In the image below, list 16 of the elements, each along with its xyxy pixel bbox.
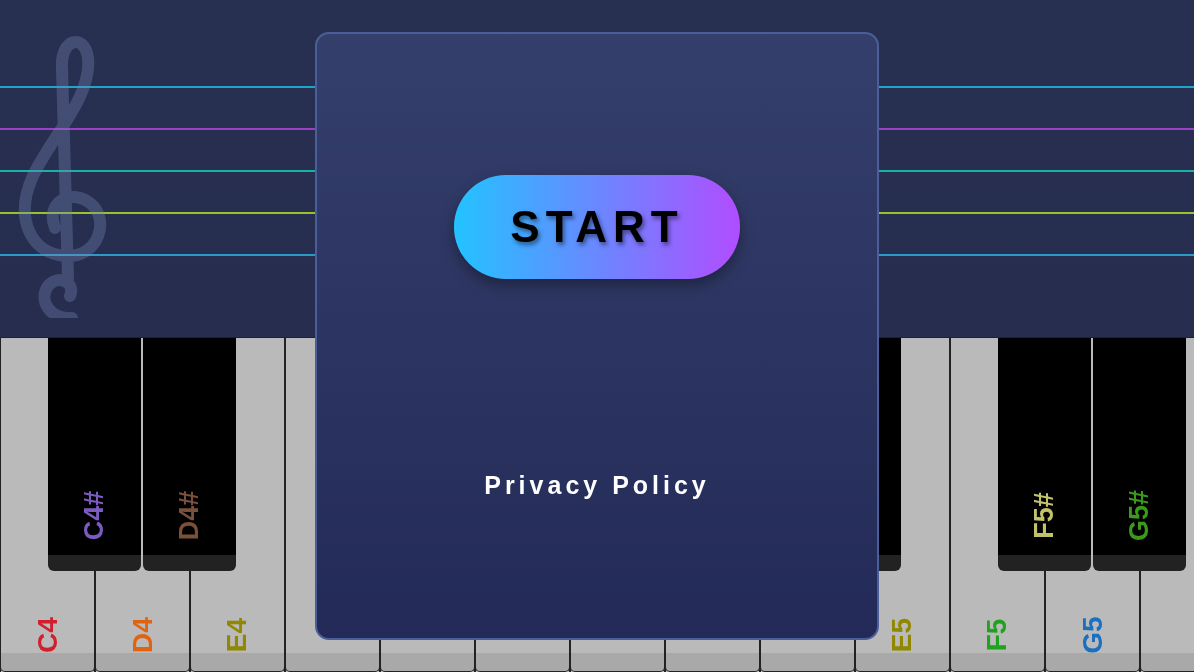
key-label: D4: [128, 617, 157, 653]
sharp-key[interactable]: F5#: [998, 338, 1091, 571]
sharp-key[interactable]: G5#: [1093, 338, 1186, 571]
sharp-key[interactable]: D4#: [143, 338, 236, 571]
key-label: C4: [33, 617, 62, 653]
privacy-policy-link[interactable]: Privacy Policy: [484, 471, 710, 500]
key-label: E4: [223, 617, 252, 653]
key-label: E5: [888, 617, 917, 653]
key-label: F5#: [1031, 492, 1058, 539]
key-label: F5: [983, 618, 1012, 652]
key-label: G5#: [1126, 490, 1153, 541]
key-label: G5: [1078, 616, 1107, 654]
key-label: C4#: [81, 490, 108, 541]
start-button[interactable]: START: [454, 175, 740, 279]
sharp-key[interactable]: C4#: [48, 338, 141, 571]
key-label: D4#: [176, 490, 203, 541]
